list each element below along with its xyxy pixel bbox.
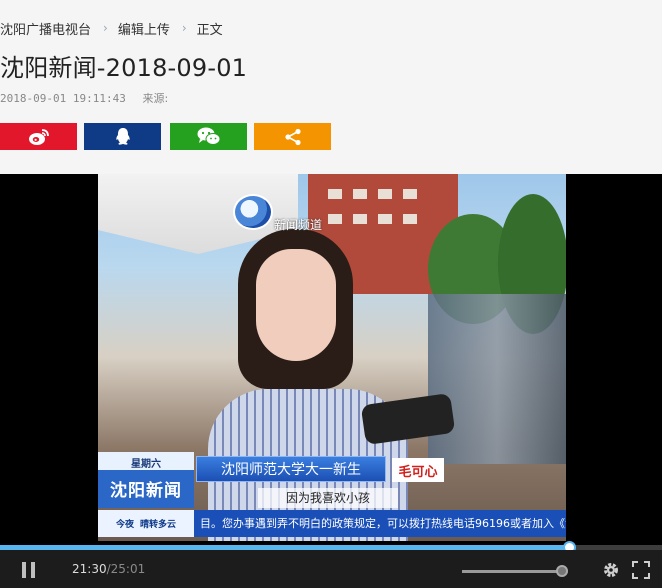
interviewee-title: 沈阳师范大学大一新生 bbox=[196, 456, 386, 482]
ticker-text: 目。您办事遇到弄不明白的政策规定，可以拨打热线电话96196或者加入《沈阳 bbox=[200, 517, 566, 530]
video-frame[interactable]: 新闻频道 星期六 沈阳新闻 沈阳师范大学大一新生 毛可心 因为我喜欢小孩 今夜 … bbox=[98, 174, 566, 541]
pause-icon bbox=[31, 562, 35, 578]
share-more-button[interactable] bbox=[254, 123, 331, 150]
share-weibo-button[interactable] bbox=[0, 123, 77, 150]
publish-datetime: 2018-09-01 19:11:43 bbox=[0, 92, 126, 105]
article-header: 沈阳广播电视台 › 编辑上传 › 正文 沈阳新闻-2018-09-01 2018… bbox=[0, 0, 662, 174]
total-time: 25:01 bbox=[110, 562, 146, 576]
subtitle-caption: 因为我喜欢小孩 bbox=[258, 488, 398, 508]
current-time: 21:30 bbox=[72, 562, 107, 576]
weather-time: 今夜 bbox=[115, 520, 134, 530]
article-meta: 2018-09-01 19:11:43 来源: bbox=[0, 90, 168, 106]
breadcrumb-home[interactable]: 沈阳广播电视台 bbox=[0, 19, 91, 38]
volume-slider[interactable] bbox=[462, 565, 568, 577]
fullscreen-icon[interactable] bbox=[632, 561, 650, 579]
pause-icon bbox=[22, 562, 26, 578]
breadcrumb: 沈阳广播电视台 › 编辑上传 › 正文 bbox=[0, 18, 223, 38]
interviewee-name: 毛可心 bbox=[392, 458, 444, 482]
gear-icon[interactable] bbox=[602, 561, 620, 579]
day-label: 星期六 bbox=[131, 459, 161, 470]
breadcrumb-separator: › bbox=[181, 21, 187, 35]
video-player[interactable]: 新闻频道 星期六 沈阳新闻 沈阳师范大学大一新生 毛可心 因为我喜欢小孩 今夜 … bbox=[0, 174, 662, 588]
pause-button[interactable] bbox=[22, 562, 36, 578]
weather-condition: 晴转多云 bbox=[140, 520, 177, 530]
show-logo-box: 星期六 沈阳新闻 bbox=[98, 452, 194, 508]
lower-third: 星期六 沈阳新闻 沈阳师范大学大一新生 毛可心 因为我喜欢小孩 bbox=[98, 452, 566, 514]
channel-name: 新闻频道 bbox=[274, 218, 323, 232]
breadcrumb-category[interactable]: 编辑上传 bbox=[118, 19, 170, 38]
share-qq-button[interactable] bbox=[84, 123, 161, 150]
channel-logo-icon bbox=[233, 194, 273, 230]
player-controls: 21:30/25:01 bbox=[0, 550, 662, 588]
share-icon bbox=[284, 128, 301, 145]
qq-icon bbox=[115, 127, 130, 145]
wechat-icon bbox=[197, 127, 220, 145]
weather-box: 今夜 晴转多云 bbox=[98, 510, 194, 537]
weibo-icon bbox=[28, 128, 49, 145]
page-title: 沈阳新闻-2018-09-01 bbox=[0, 54, 248, 82]
video-scene-crowd bbox=[428, 294, 566, 464]
show-name: 沈阳新闻 bbox=[110, 481, 182, 501]
breadcrumb-current: 正文 bbox=[196, 22, 223, 38]
volume-fill bbox=[462, 570, 562, 573]
share-wechat-button[interactable] bbox=[170, 123, 247, 150]
news-ticker: 今夜 晴转多云 目。您办事遇到弄不明白的政策规定，可以拨打热线电话96196或者… bbox=[98, 510, 566, 537]
volume-handle[interactable] bbox=[555, 565, 568, 577]
source-label: 来源: bbox=[142, 92, 169, 105]
time-display: 21:30/25:01 bbox=[72, 562, 145, 576]
breadcrumb-separator: › bbox=[103, 21, 108, 35]
